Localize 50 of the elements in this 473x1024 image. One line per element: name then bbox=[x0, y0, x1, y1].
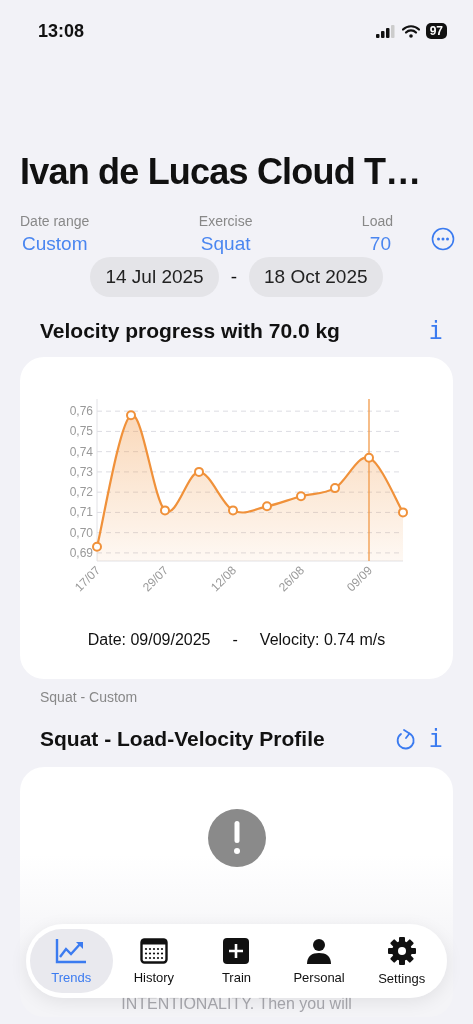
tab[interactable]: Train bbox=[195, 929, 278, 993]
data-point[interactable] bbox=[364, 452, 374, 463]
data-point[interactable] bbox=[92, 541, 102, 552]
y-tick-label: 0,76 bbox=[69, 404, 93, 419]
data-point[interactable] bbox=[228, 505, 238, 516]
info-button[interactable]: i bbox=[424, 725, 447, 753]
start-date-button[interactable]: 14 Jul 2025 bbox=[90, 257, 219, 297]
date-separator: - bbox=[230, 266, 237, 288]
section-heading: Squat - Load-Velocity Profile bbox=[40, 727, 325, 751]
y-tick-label: 0,73 bbox=[69, 464, 93, 479]
readout-velocity: Velocity: 0.74 m/s bbox=[259, 631, 386, 649]
data-point[interactable] bbox=[398, 507, 408, 518]
person-icon bbox=[306, 937, 333, 964]
readout-separator: - bbox=[232, 631, 238, 649]
tab[interactable]: History bbox=[112, 929, 196, 993]
filter-label: Date range bbox=[20, 213, 90, 229]
page-title: Ivan de Lucas Cloud T… bbox=[20, 151, 422, 193]
refresh-icon[interactable] bbox=[394, 727, 417, 751]
profile-message: INTENTIONALITY. Then you will bbox=[121, 995, 352, 1013]
y-tick-label: 0,72 bbox=[69, 485, 93, 500]
warning-icon bbox=[207, 809, 266, 867]
filter-label: Exercise bbox=[198, 213, 253, 229]
y-tick-label: 0,70 bbox=[69, 525, 93, 540]
battery-indicator: 97 bbox=[425, 23, 447, 39]
info-button[interactable]: i bbox=[424, 317, 447, 345]
data-point[interactable] bbox=[296, 491, 306, 502]
plus-square-icon bbox=[223, 937, 250, 964]
chart-caption: Squat - Custom bbox=[40, 689, 139, 705]
data-point[interactable] bbox=[262, 501, 272, 512]
filter-label: Load bbox=[361, 213, 393, 229]
tab[interactable]: Personal bbox=[277, 929, 361, 993]
section-heading: Velocity progress with 70.0 kg bbox=[40, 319, 340, 343]
y-tick-label: 0,69 bbox=[69, 545, 93, 560]
y-tick-label: 0,75 bbox=[69, 424, 93, 439]
end-date-button[interactable]: 18 Oct 2025 bbox=[249, 257, 383, 297]
more-icon[interactable] bbox=[431, 227, 455, 251]
tab[interactable]: Settings bbox=[360, 929, 443, 993]
settings-icon bbox=[387, 936, 416, 965]
y-tick-label: 0,71 bbox=[69, 505, 93, 520]
wifi-icon bbox=[401, 24, 420, 38]
data-point[interactable] bbox=[330, 483, 340, 494]
readout-date: Date: 09/09/2025 bbox=[87, 631, 211, 649]
data-point[interactable] bbox=[126, 410, 136, 421]
y-tick-label: 0,74 bbox=[69, 444, 93, 459]
data-point[interactable] bbox=[194, 466, 204, 477]
status-time: 13:08 bbox=[38, 20, 85, 42]
data-point[interactable] bbox=[160, 505, 170, 516]
chart-icon bbox=[55, 937, 88, 964]
calendar-icon bbox=[139, 937, 168, 964]
signal-icon bbox=[375, 24, 396, 38]
